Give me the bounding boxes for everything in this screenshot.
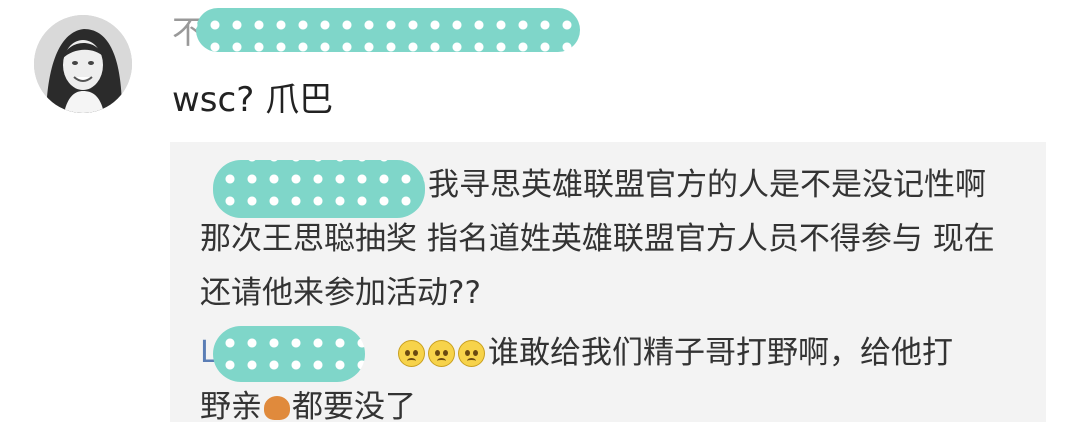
reply-text: 都要没了 (292, 389, 416, 425)
reply-text: 野亲 (200, 389, 262, 425)
comment-text: wsc? 爪巴 (172, 80, 334, 120)
reply-username-mask (213, 160, 425, 218)
worried-face-icon (458, 340, 485, 367)
worried-face-icon (428, 340, 455, 367)
avatar[interactable] (34, 15, 132, 113)
reply-text: 谁敢给我们精子哥打野啊，给他打 (488, 335, 953, 371)
pig-face-icon (264, 396, 290, 420)
reply-username-mask (213, 326, 365, 382)
worried-face-icon (398, 340, 425, 367)
username-mask (196, 8, 580, 52)
reply-thread[interactable]: 我寻思英雄联盟官方的人是不是没记性啊 那次王思聪抽奖 指名道姓英雄联盟官方人员不… (170, 142, 1046, 425)
